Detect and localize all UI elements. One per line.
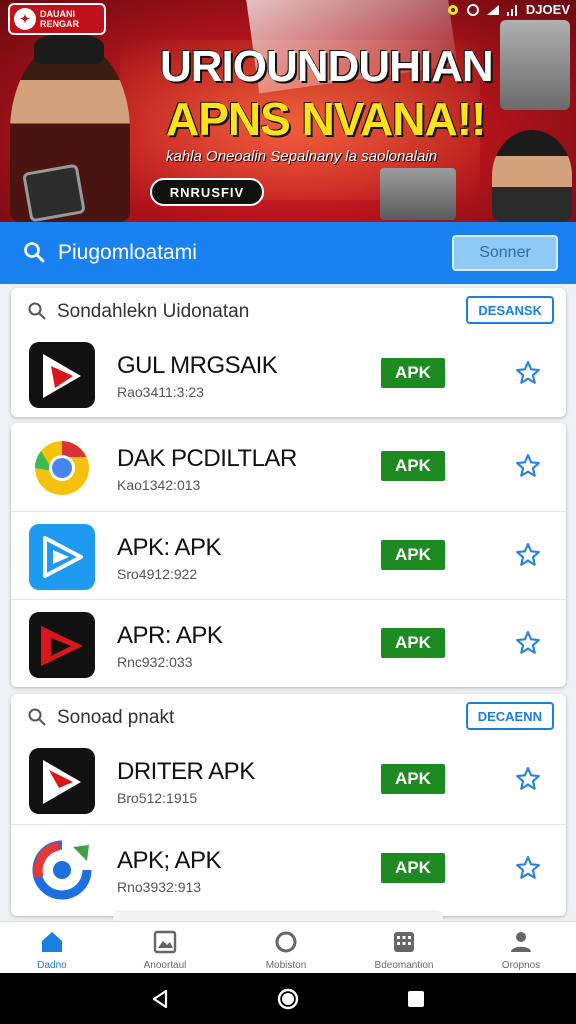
nav-label: Dadno <box>37 960 67 971</box>
section-title: Sondahlekn Uidonatan <box>57 301 250 322</box>
section-action-button[interactable]: DECAENN <box>465 702 554 730</box>
nav-home[interactable]: Dadno <box>7 928 97 971</box>
back-icon[interactable] <box>148 987 172 1011</box>
logo-text: DAUANI RENGAR <box>40 9 80 29</box>
apk-download-button[interactable]: APK <box>381 540 445 570</box>
app-meta: Kao1342:013 <box>117 477 201 493</box>
home-circle-icon[interactable] <box>276 987 300 1011</box>
star-icon[interactable] <box>515 360 541 386</box>
section-header: Sondahlekn Uidonatan DESANSK <box>11 288 566 334</box>
app-meta: Rao3411:3:23 <box>117 384 204 400</box>
wifi-icon <box>486 4 499 15</box>
red-play-arrow-icon <box>29 342 95 408</box>
search-icon <box>28 708 46 726</box>
app-name: GUL MRGSAIK <box>117 352 278 379</box>
apk-download-button[interactable]: APK <box>381 628 445 658</box>
bottom-navigation: Dadno Anoortaul Mobiston Bdeomantion Oro… <box>0 921 576 973</box>
profile-icon <box>511 932 531 952</box>
app-name: DAK PCDILTLAR <box>117 445 297 472</box>
app-meta: Sro4912:922 <box>117 566 198 582</box>
status-bar: DJOEV <box>446 2 570 17</box>
app-meta: Bro512:1915 <box>117 790 198 806</box>
search-icon <box>28 302 46 320</box>
app-name: APK; APK <box>117 847 222 874</box>
nav-label: Oropnos <box>501 960 541 971</box>
colorful-ring-icon <box>29 837 95 903</box>
settings-icon <box>447 4 458 15</box>
banner-soldier-right <box>492 130 572 222</box>
nav-label: Mobiston <box>265 960 307 971</box>
section-action-button[interactable]: DESANSK <box>466 296 554 324</box>
status-time: DJOEV <box>525 2 570 17</box>
image-icon <box>153 930 177 954</box>
banner-phone-decoration <box>22 163 86 222</box>
nav-documents[interactable]: Bdeomantion <box>359 928 449 971</box>
blue-play-icon <box>29 524 95 590</box>
logo-mark-icon: ✦ <box>14 8 36 30</box>
app-name: DRITER APK <box>117 758 255 785</box>
nav-mobile[interactable]: Mobiston <box>241 928 331 971</box>
search-bar: Piugomloatami Sonner <box>0 222 576 284</box>
apk-download-button[interactable]: APK <box>381 853 445 883</box>
section-card-1: Sondahlekn Uidonatan DESANSK GUL MRGSAIK… <box>11 288 566 417</box>
system-navigation-bar <box>0 973 576 1024</box>
star-icon[interactable] <box>515 766 541 792</box>
search-input[interactable]: Piugomloatami <box>58 241 197 265</box>
signal-icon <box>506 4 517 16</box>
nav-gallery[interactable]: Anoortaul <box>120 928 210 971</box>
nav-label: Bdeomantion <box>374 960 434 971</box>
search-icon[interactable] <box>22 240 46 264</box>
banner-cta-button[interactable]: RNRUSFIV <box>150 178 264 206</box>
red-play-arrow-icon <box>29 612 95 678</box>
chrome-like-icon <box>29 435 95 501</box>
section-title: Sonoad pnakt <box>57 707 175 728</box>
app-row[interactable]: DRITER APK Bro512:1915 APK <box>11 736 566 824</box>
section-card-3: Sonoad pnakt DECAENN DRITER APK Bro512:1… <box>11 694 566 916</box>
app-row[interactable]: APK; APK Rno3932:913 APK <box>11 824 566 912</box>
nav-profile[interactable]: Oropnos <box>476 928 566 971</box>
apk-download-button[interactable]: APK <box>381 764 445 794</box>
app-row[interactable]: DAK PCDILTLAR Kao1342:013 APK <box>11 423 566 511</box>
banner-tagline: kahla Oneoalin Sepalnany la saolonalain <box>166 148 438 165</box>
banner-title: URIOUNDUHIAN <box>160 42 494 91</box>
sync-icon <box>466 3 479 16</box>
app-row[interactable]: APR: APK Rnc932:033 APK <box>11 599 566 687</box>
star-icon[interactable] <box>515 453 541 479</box>
app-name: APK: APK <box>117 534 222 561</box>
brand-logo: ✦ DAUANI RENGAR <box>8 3 106 35</box>
home-icon <box>42 932 62 952</box>
nav-label: Anoortaul <box>143 960 187 971</box>
grid-icon <box>394 932 414 952</box>
red-play-arrow-icon <box>29 748 95 814</box>
search-button[interactable]: Sonner <box>452 235 558 271</box>
app-meta: Rno3932:913 <box>117 879 202 895</box>
section-header: Sonoad pnakt DECAENN <box>11 694 566 740</box>
app-row[interactable]: GUL MRGSAIK Rao3411:3:23 APK <box>11 330 566 417</box>
app-name: APR: APK <box>117 622 223 649</box>
app-meta: Rnc932:033 <box>117 654 193 670</box>
banner-subtitle: APNS NVANA!! <box>166 93 486 145</box>
apk-download-button[interactable]: APK <box>381 358 445 388</box>
app-row[interactable]: APK: APK Sro4912:922 APK <box>11 511 566 599</box>
circle-icon <box>275 931 297 953</box>
star-icon[interactable] <box>515 542 541 568</box>
recents-icon[interactable] <box>404 987 428 1011</box>
apk-download-button[interactable]: APK <box>381 451 445 481</box>
banner-box-decoration <box>380 168 456 220</box>
banner-machine-decoration <box>500 20 570 110</box>
star-icon[interactable] <box>515 630 541 656</box>
star-icon[interactable] <box>515 855 541 881</box>
promo-banner[interactable]: ✦ DAUANI RENGAR DJOEV URIOUNDUHIAN APNS … <box>0 0 576 222</box>
section-card-2: DAK PCDILTLAR Kao1342:013 APK APK: APK S… <box>11 423 566 687</box>
